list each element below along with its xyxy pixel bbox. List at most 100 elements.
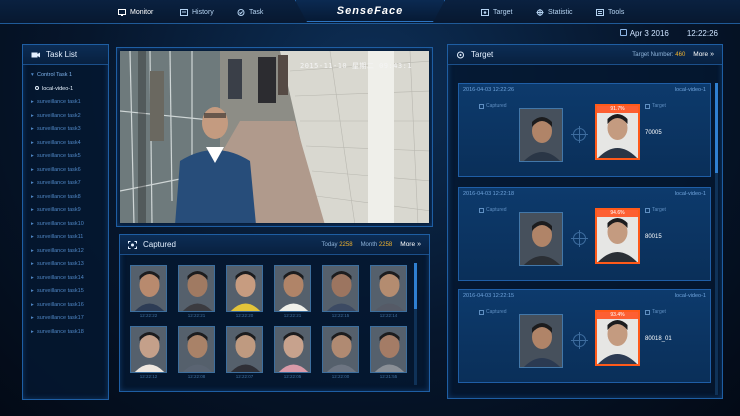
match-source: local-video-1	[674, 292, 706, 299]
nav-task[interactable]: Task	[237, 5, 263, 19]
task-item-surveillance-3[interactable]: ▸ surveillance task3	[31, 123, 108, 137]
captured-face-thumbnail[interactable]	[274, 326, 311, 373]
captured-scrollbar[interactable]	[414, 263, 417, 385]
task-item-control-task-1[interactable]: ▾ Control Task 1	[31, 69, 108, 83]
nav-history[interactable]: History	[180, 5, 214, 19]
task-tree: ▾ Control Task 1 local-video-1 ▸ surveilla…	[23, 65, 108, 339]
nav-tools-label: Tools	[608, 8, 625, 16]
captured-face-thumbnail[interactable]	[322, 326, 359, 373]
target-scrollbar[interactable]	[715, 83, 718, 395]
target-id: 70005	[645, 130, 662, 136]
task-item-surveillance-12[interactable]: ▸ surveillance task12	[31, 245, 108, 259]
match-card[interactable]: 2016-04-03 12:22:26 local-video-1 Captured…	[458, 83, 711, 177]
captured-face-thumbnail[interactable]	[370, 326, 407, 373]
task-item-surveillance-10[interactable]: ▸ surveillance task10	[31, 218, 108, 232]
nav-target[interactable]: Target	[481, 5, 512, 19]
match-crosshair-icon	[571, 332, 588, 349]
match-card[interactable]: 2016-04-03 12:22:18 local-video-1 Captured…	[458, 187, 711, 281]
task-item-surveillance-16[interactable]: ▸ surveillance task16	[31, 299, 108, 313]
captured-face-item[interactable]: 12:22:21	[274, 265, 311, 323]
task-item-surveillance-6[interactable]: ▸ surveillance task6	[31, 164, 108, 178]
month-count: Month 2258	[360, 241, 393, 248]
target-small-icon	[645, 103, 650, 109]
task-item-surveillance-18[interactable]: ▸ surveillance task18	[31, 326, 108, 340]
task-item-surveillance-5[interactable]: ▸ surveillance task5	[31, 150, 108, 164]
task-item-surveillance-14[interactable]: ▸ surveillance task14	[31, 272, 108, 286]
captured-face-time: 12:22:21	[187, 313, 206, 318]
captured-face-thumbnail[interactable]	[322, 265, 359, 312]
captured-more-button[interactable]: More»	[400, 241, 421, 248]
target-label: Target	[645, 103, 666, 109]
target-face-photo[interactable]: 94.6%	[595, 208, 640, 264]
captured-small-icon	[479, 207, 484, 213]
captured-face-item[interactable]: 12:22:05	[274, 326, 311, 384]
task-item-surveillance-11[interactable]: ▸ surveillance task11	[31, 231, 108, 245]
time-text: 12:22:26	[686, 29, 718, 38]
match-score-badge: 93.4%	[597, 312, 638, 319]
task-item-surveillance-13[interactable]: ▸ surveillance task13	[31, 258, 108, 272]
task-item-surveillance-15[interactable]: ▸ surveillance task15	[31, 285, 108, 299]
video-feed[interactable]: 2015-11-10 星期二 09:43:1	[120, 51, 429, 223]
captured-scrollbar-thumb[interactable]	[414, 263, 417, 309]
top-navigation-bar: Monitor History Task SenseFace Target St…	[0, 0, 740, 24]
nav-task-label: Task	[249, 8, 264, 16]
today-count: Today 2258	[321, 241, 353, 248]
nav-statistic[interactable]: Statistic	[536, 5, 573, 19]
match-score-badge: 94.6%	[597, 210, 638, 217]
target-scrollbar-thumb[interactable]	[715, 83, 718, 173]
target-face-photo[interactable]: 91.7%	[595, 104, 640, 160]
task-item-surveillance-1[interactable]: ▸ surveillance task1	[31, 96, 108, 110]
task-item-surveillance-9[interactable]: ▸ surveillance task9	[31, 204, 108, 218]
face-scan-icon	[128, 240, 137, 249]
crosshair-target-icon	[457, 51, 464, 58]
captured-face-thumbnail[interactable]	[178, 326, 215, 373]
target-face-photo[interactable]: 93.4%	[595, 310, 640, 366]
nav-tools[interactable]: Tools	[596, 5, 624, 19]
task-item-local-video-1[interactable]: local-video-1	[31, 83, 108, 97]
captured-face-time: 12:22:12	[139, 374, 158, 379]
captured-face-photo[interactable]	[519, 108, 563, 162]
captured-face-time: 12:22:14	[379, 313, 398, 318]
target-label: Target	[645, 309, 666, 315]
captured-face-item[interactable]: 12:22:12	[130, 326, 167, 384]
captured-face-thumbnail[interactable]	[130, 326, 167, 373]
captured-face-thumbnail[interactable]	[370, 265, 407, 312]
task-list-header: Task List	[23, 45, 108, 65]
captured-face-thumbnail[interactable]	[226, 265, 263, 312]
captured-face-photo[interactable]	[519, 314, 563, 368]
captured-face-item[interactable]: 12:22:22	[130, 265, 167, 323]
task-item-surveillance-2[interactable]: ▸ surveillance task2	[31, 110, 108, 124]
target-more-button[interactable]: More»	[693, 51, 714, 58]
captured-face-item[interactable]: 12:22:21	[178, 265, 215, 323]
task-item-surveillance-17[interactable]: ▸ surveillance task17	[31, 312, 108, 326]
captured-face-item[interactable]: 12:22:00	[322, 326, 359, 384]
nav-statistic-label: Statistic	[548, 8, 573, 16]
captured-face-item[interactable]: 12:22:07	[226, 326, 263, 384]
captured-face-thumbnail[interactable]	[226, 326, 263, 373]
app-logo: SenseFace	[336, 4, 404, 17]
captured-face-item[interactable]: 12:22:08	[178, 326, 215, 384]
match-card[interactable]: 2016-04-03 12:22:15 local-video-1 Captured…	[458, 289, 711, 383]
captured-face-item[interactable]: 12:21:55	[370, 326, 407, 384]
match-crosshair-icon	[571, 126, 588, 143]
video-timestamp: 2015-11-10 星期二 09:43:1	[300, 62, 413, 70]
captured-face-item[interactable]: 12:22:20	[226, 265, 263, 323]
captured-face-item[interactable]: 12:22:15	[322, 265, 359, 323]
task-check-icon	[237, 8, 245, 16]
target-title: Target	[471, 50, 494, 59]
captured-face-thumbnail[interactable]	[130, 265, 167, 312]
captured-face-time: 12:22:08	[187, 374, 206, 379]
nav-target-label: Target	[493, 8, 513, 16]
task-item-surveillance-7[interactable]: ▸ surveillance task7	[31, 177, 108, 191]
captured-title: Captured	[143, 240, 176, 249]
captured-face-photo[interactable]	[519, 212, 563, 266]
captured-face-time: 12:22:15	[331, 313, 350, 318]
nav-monitor[interactable]: Monitor	[118, 5, 153, 19]
task-item-surveillance-4[interactable]: ▸ surveillance task4	[31, 137, 108, 151]
match-score-badge: 91.7%	[597, 106, 638, 113]
captured-face-time: 12:22:05	[283, 374, 302, 379]
captured-face-thumbnail[interactable]	[274, 265, 311, 312]
captured-face-thumbnail[interactable]	[178, 265, 215, 312]
task-item-surveillance-8[interactable]: ▸ surveillance task8	[31, 191, 108, 205]
captured-face-item[interactable]: 12:22:14	[370, 265, 407, 323]
